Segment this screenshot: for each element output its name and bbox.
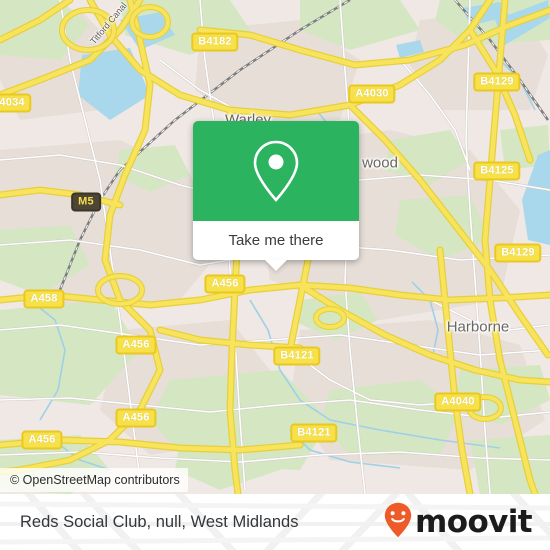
take-me-there-button[interactable]: Take me there xyxy=(193,221,359,271)
place-label-harborne: Harborne xyxy=(446,318,510,336)
road-shield-b4129-east: B4129 xyxy=(494,243,542,263)
moovit-pin-smiley-icon xyxy=(384,502,412,543)
footer-bar: Reds Social Club, null, West Midlands mo… xyxy=(0,494,550,550)
road-shield-a456-center: A456 xyxy=(204,274,246,294)
map-canvas[interactable]: Warley wood Harborne Titford Canal A4034… xyxy=(0,0,550,494)
take-me-there-label: Take me there xyxy=(228,232,324,249)
road-shield-a456-southwest: A456 xyxy=(115,408,157,428)
road-shield-a456-south: A456 xyxy=(21,430,63,450)
location-popup-card[interactable]: Take me there xyxy=(193,121,359,271)
popup-header xyxy=(193,121,359,221)
road-shield-a458: A458 xyxy=(23,289,65,309)
map-screenshot: Warley wood Harborne Titford Canal A4034… xyxy=(0,0,550,550)
place-label-bearwood: wood xyxy=(362,154,398,172)
map-attribution[interactable]: © OpenStreetMap contributors xyxy=(0,468,188,492)
road-shield-a4040: A4040 xyxy=(434,392,482,412)
road-shield-a456-west: A456 xyxy=(115,335,157,355)
road-shield-b4125: B4125 xyxy=(473,161,521,181)
moovit-wordmark: moovit xyxy=(415,503,533,540)
road-shield-b4121-south: B4121 xyxy=(290,423,338,443)
popup-pointer-tail xyxy=(265,260,287,271)
road-shield-a4034: A4034 xyxy=(0,93,32,113)
map-pin-icon xyxy=(250,139,302,203)
road-shield-a4030: A4030 xyxy=(348,84,396,104)
road-shield-b4121-north: B4121 xyxy=(273,346,321,366)
location-title: Reds Social Club, null, West Midlands xyxy=(20,512,299,531)
road-shield-m5: M5 xyxy=(71,192,101,212)
moovit-logo[interactable]: moovit xyxy=(384,494,533,550)
road-shield-b4129-north: B4129 xyxy=(473,72,521,92)
road-shield-b4182: B4182 xyxy=(191,32,239,52)
